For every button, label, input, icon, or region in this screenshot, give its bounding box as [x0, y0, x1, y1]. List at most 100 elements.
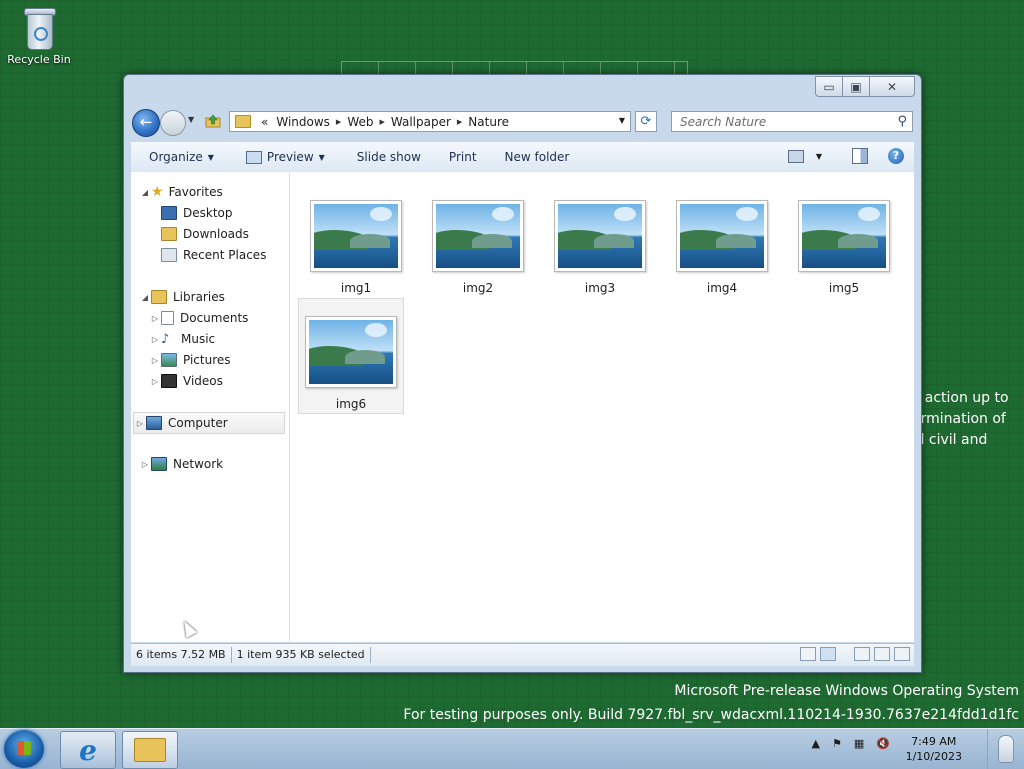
- breadcrumb-web[interactable]: Web: [343, 115, 377, 129]
- file-name: img3: [584, 281, 616, 295]
- maximize-button[interactable]: ▣: [843, 76, 870, 97]
- nav-item-computer[interactable]: ▷ Computer: [133, 412, 285, 434]
- search-input[interactable]: Search Nature ⚲: [671, 111, 913, 132]
- file-name: img4: [706, 281, 738, 295]
- clock-date: 1/10/2023: [905, 750, 962, 763]
- minimize-button[interactable]: ▭: [815, 76, 843, 97]
- image-thumbnail: [676, 200, 768, 272]
- recent-pages-dropdown[interactable]: ▼: [188, 115, 194, 124]
- clock[interactable]: 7:49 AM 1/10/2023: [906, 734, 962, 764]
- nav-item-music[interactable]: ▷ ♪ Music: [149, 329, 215, 349]
- layout-1-icon[interactable]: [854, 647, 870, 661]
- documents-icon: [161, 311, 174, 325]
- preview-pane-icon[interactable]: [852, 148, 868, 164]
- help-icon[interactable]: ?: [888, 148, 904, 164]
- status-item-count: 6 items 7.52 MB: [131, 647, 232, 663]
- file-item-img4[interactable]: img4: [670, 200, 774, 310]
- collapsed-arrow-icon: ▷: [151, 355, 159, 365]
- nav-item-videos[interactable]: ▷ Videos: [149, 371, 223, 391]
- breadcrumb-wallpaper[interactable]: Wallpaper: [387, 115, 455, 129]
- new-folder-button[interactable]: New folder: [495, 150, 580, 164]
- file-item-img6[interactable]: img6: [298, 298, 404, 414]
- breadcrumb-windows[interactable]: Windows: [272, 115, 334, 129]
- file-item-img2[interactable]: img2: [426, 200, 530, 310]
- breadcrumb-separator-icon[interactable]: ▶: [334, 118, 343, 126]
- large-icons-view-icon[interactable]: [820, 647, 836, 661]
- expanded-arrow-icon: ◢: [141, 187, 149, 197]
- music-icon: ♪: [161, 331, 170, 347]
- refresh-icon: ⟳: [640, 114, 652, 129]
- file-list: img1 img2 img3 img4 img5 img6: [290, 172, 914, 642]
- file-item-img3[interactable]: img3: [548, 200, 652, 310]
- nav-item-documents[interactable]: ▷ Documents: [149, 308, 248, 328]
- taskbar-internet-explorer[interactable]: e: [60, 731, 116, 769]
- folder-up-icon[interactable]: [205, 114, 221, 128]
- nav-item-recent-places[interactable]: Recent Places: [161, 245, 266, 265]
- close-icon: ✕: [886, 79, 898, 94]
- breadcrumb-overflow[interactable]: «: [257, 115, 272, 129]
- preview-icon: [245, 150, 262, 164]
- collapsed-arrow-icon: ▷: [136, 418, 144, 428]
- folder-icon: [235, 115, 251, 128]
- nav-item-network[interactable]: ▷ Network: [139, 454, 223, 474]
- action-center-flag-icon[interactable]: ⚑: [832, 737, 842, 750]
- nav-item-downloads[interactable]: Downloads: [161, 224, 249, 244]
- nav-item-pictures[interactable]: ▷ Pictures: [149, 350, 231, 370]
- taskbar-windows-explorer[interactable]: [122, 731, 178, 769]
- explorer-window: ▭ ▣ ✕ ← ▼ « Windows ▶ Web ▶ Wallpaper ▶ …: [123, 74, 922, 673]
- pictures-icon: [161, 353, 177, 367]
- status-bar: 6 items 7.52 MB 1 item 935 KB selected: [131, 643, 914, 666]
- address-dropdown-icon[interactable]: ▼: [619, 116, 625, 125]
- forward-button[interactable]: [160, 110, 186, 136]
- search-icon[interactable]: ⚲: [897, 114, 907, 129]
- layout-2-icon[interactable]: [874, 647, 890, 661]
- start-button[interactable]: [4, 730, 44, 768]
- file-item-img5[interactable]: img5: [792, 200, 896, 310]
- user-icon: [998, 735, 1014, 763]
- star-icon: ★: [151, 184, 164, 200]
- network-tray-icon[interactable]: ▦: [854, 737, 864, 750]
- nav-item-libraries[interactable]: ◢ Libraries: [139, 287, 225, 307]
- downloads-folder-icon: [161, 227, 177, 241]
- volume-muted-icon[interactable]: 🔇: [876, 737, 890, 750]
- taskbar: e ▲ ⚑ ▦ 🔇 7:49 AM 1/10/2023: [0, 728, 1024, 769]
- breadcrumb-separator-icon[interactable]: ▶: [455, 118, 464, 126]
- navigation-row: ← ▼ « Windows ▶ Web ▶ Wallpaper ▶ Nature…: [130, 107, 915, 137]
- view-dropdown-icon[interactable]: ▼: [816, 152, 822, 161]
- show-hidden-icons-icon[interactable]: ▲: [812, 737, 820, 750]
- computer-icon: [146, 416, 162, 430]
- organize-button[interactable]: Organize ▼: [131, 150, 224, 164]
- status-view-controls: [796, 647, 910, 661]
- image-thumbnail: [554, 200, 646, 272]
- address-bar[interactable]: « Windows ▶ Web ▶ Wallpaper ▶ Nature ▼: [229, 111, 631, 132]
- dropdown-arrow-icon: ▼: [207, 152, 214, 162]
- back-button[interactable]: ←: [132, 109, 160, 137]
- slideshow-button[interactable]: Slide show: [347, 150, 431, 164]
- file-name: img2: [462, 281, 494, 295]
- print-button[interactable]: Print: [439, 150, 487, 164]
- show-desktop-button[interactable]: [987, 729, 1024, 769]
- image-thumbnail: [310, 200, 402, 272]
- libraries-icon: [151, 290, 167, 304]
- back-arrow-icon: ←: [139, 113, 153, 131]
- file-name: img6: [335, 397, 367, 411]
- recycle-bin-desktop-icon[interactable]: Recycle Bin: [4, 6, 74, 66]
- file-name: img1: [340, 281, 372, 295]
- close-button[interactable]: ✕: [870, 76, 915, 97]
- change-view-icon[interactable]: [787, 149, 804, 163]
- recycle-bin-label: Recycle Bin: [7, 53, 71, 66]
- breadcrumb-nature[interactable]: Nature: [464, 115, 513, 129]
- status-selection: 1 item 935 KB selected: [232, 647, 371, 663]
- details-view-icon[interactable]: [800, 647, 816, 661]
- nav-item-favorites[interactable]: ◢ ★ Favorites: [139, 182, 223, 202]
- preview-button[interactable]: Preview ▼: [236, 150, 335, 164]
- file-item-img1[interactable]: img1: [304, 200, 408, 310]
- breadcrumb-separator-icon[interactable]: ▶: [377, 118, 386, 126]
- image-thumbnail: [798, 200, 890, 272]
- recycle-bin-icon: [22, 6, 56, 50]
- layout-3-icon[interactable]: [894, 647, 910, 661]
- nav-item-desktop[interactable]: Desktop: [161, 203, 233, 223]
- clock-time: 7:49 AM: [911, 735, 957, 748]
- refresh-button[interactable]: ⟳: [635, 111, 657, 132]
- toolbar-right-group: ▼ ?: [787, 148, 904, 164]
